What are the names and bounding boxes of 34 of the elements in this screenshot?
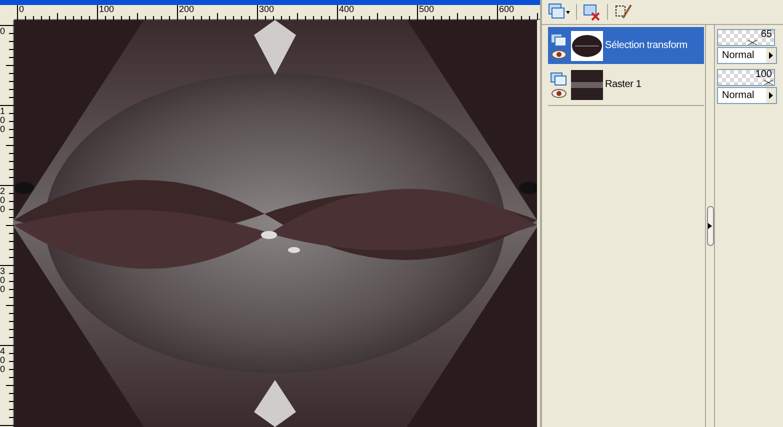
slider-thumb[interactable] <box>764 80 773 85</box>
ruler-label: 600 <box>499 5 516 14</box>
ruler-label: 200 <box>179 5 196 14</box>
layer-row[interactable]: Raster 1 <box>548 66 704 103</box>
panel-splitter-handle[interactable] <box>706 206 714 246</box>
ruler-label: 300 <box>0 267 6 294</box>
layer-thumbnail <box>571 70 603 100</box>
ruler-label: 0 <box>19 5 26 14</box>
layer-row[interactable]: Sélection transform <box>548 27 704 64</box>
layer-name: Raster 1 <box>605 78 642 92</box>
layer-type-icon <box>550 72 568 86</box>
blend-mode-dropdown[interactable]: Normal <box>717 87 777 104</box>
opacity-slider[interactable]: 100 <box>717 69 775 86</box>
ruler-label: 0 <box>0 27 6 36</box>
ruler-label: 500 <box>419 5 436 14</box>
layer-thumbnail <box>571 30 603 60</box>
slider-thumb[interactable] <box>748 40 757 45</box>
ruler-label: 100 <box>99 5 116 14</box>
ruler-label: 300 <box>259 5 276 14</box>
delete-layer-icon[interactable] <box>583 3 601 21</box>
opacity-value: 65 <box>760 30 772 40</box>
blend-mode-dropdown[interactable]: Normal <box>717 47 777 64</box>
visibility-eye-icon[interactable] <box>551 50 567 58</box>
edit-selection-icon[interactable] <box>614 3 632 21</box>
opacity-slider[interactable]: 65 <box>717 29 775 46</box>
visibility-eye-icon[interactable] <box>551 88 567 98</box>
layer-name: Sélection transform <box>605 39 688 53</box>
layer-dropdown-icon[interactable] <box>548 3 570 21</box>
layer-type-icon <box>550 32 568 48</box>
opacity-value: 100 <box>755 70 772 80</box>
ruler-label: 200 <box>0 187 6 214</box>
ruler-label: 400 <box>0 347 6 374</box>
ruler-label: 100 <box>0 107 6 134</box>
ruler-label: 400 <box>339 5 356 14</box>
